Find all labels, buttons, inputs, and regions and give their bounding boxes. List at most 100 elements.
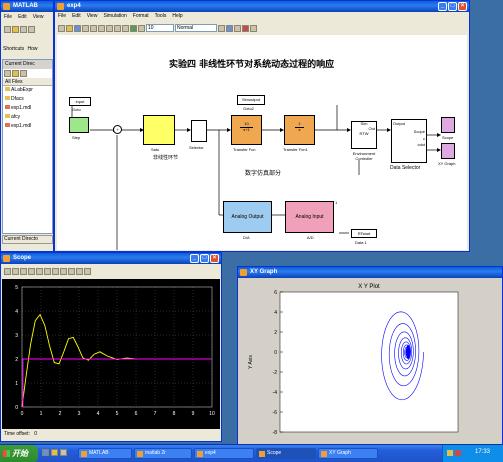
system-tray: 17:33 [442,445,503,462]
new-model-icon[interactable] [58,24,65,32]
save-icon[interactable] [74,24,81,32]
transfer-fcn-block[interactable]: 10 s+1 [231,115,262,145]
menu-help[interactable]: Help [172,12,182,21]
x-tick-label: 5 [116,411,119,417]
list-item[interactable]: afcy [5,113,52,122]
undo-icon[interactable] [114,24,121,32]
list-item[interactable]: exp1.mdl [5,104,52,113]
stop-simulation-icon[interactable] [138,24,145,32]
menu-file[interactable]: File [58,12,66,21]
open-icon[interactable] [12,25,19,33]
current-dir-tab[interactable]: Current Directo [2,235,53,244]
model-window: exp4 _ □ × File Edit View Simulation For… [54,0,470,252]
scope-plot-area: 0 1 2 3 4 5 6 7 8 9 10 0 1 2 3 4 5 [2,279,220,429]
zoom-icon[interactable] [250,24,257,32]
time-offset: Time offset: 0 [4,431,37,437]
lock-axes-icon[interactable] [76,267,83,275]
analog-output-block[interactable]: Analog Output [223,201,272,233]
simoutput-tag[interactable]: Simoutput [237,95,265,105]
maximize-icon[interactable]: □ [448,2,457,11]
rtstart-sub-label: Data 1 [355,240,367,245]
model-explorer-icon[interactable] [234,24,241,32]
file-name: afcy [11,114,21,120]
signal-selector-icon[interactable] [84,267,91,275]
autoscale-icon[interactable] [44,267,51,275]
scope-block[interactable] [441,117,455,133]
taskbar-item-matlab2[interactable]: matlab 2r [134,448,192,459]
debug-icon[interactable] [242,24,249,32]
integrator-block[interactable]: 1 s [284,115,315,145]
zoom-x-icon[interactable] [28,267,35,275]
ie-icon[interactable] [42,449,49,456]
matlab-menu-view[interactable]: View [33,13,44,22]
stop-time-input[interactable]: 10 [146,24,174,32]
redo-icon[interactable] [122,24,129,32]
folder-icon[interactable] [51,449,58,456]
open-model-icon[interactable] [66,24,73,32]
matlab-menu-edit[interactable]: Edit [18,13,27,22]
desktop-icon[interactable] [60,449,67,456]
taskbar-item-scope[interactable]: Scope [256,448,316,459]
cut-icon[interactable] [90,24,97,32]
cut-icon[interactable] [20,25,27,33]
new-icon[interactable] [4,25,11,33]
xy-graph-block[interactable] [441,143,455,159]
scope-minimize-icon[interactable]: _ [190,254,199,263]
print-icon[interactable] [4,267,11,275]
y-tick-label: 1 [15,381,18,387]
model-title: exp4 [67,3,81,9]
start-button[interactable]: 开始 [0,445,38,462]
list-item[interactable]: ALabExpr [5,86,52,95]
xy-axes [279,291,459,433]
env-controller-label: Environment Controller [352,151,376,161]
data-selector-block[interactable]: Output Scope c cdot [391,119,427,163]
paste-icon[interactable] [106,24,113,32]
model-titlebar: exp4 _ □ × [55,1,469,12]
zoom-in-icon[interactable] [20,267,27,275]
build-icon[interactable] [218,24,225,32]
taskbar-item-matlab[interactable]: MATLAB [78,448,132,459]
copy-icon[interactable] [28,25,35,33]
close-icon[interactable]: × [458,2,467,11]
floating-scope-icon[interactable] [68,267,75,275]
environment-controller-block[interactable]: Sim Out RTW [351,121,377,149]
scope-close-icon[interactable]: × [210,254,219,263]
menu-format[interactable]: Format [133,12,149,21]
howto-label[interactable]: How [28,46,38,52]
find-icon[interactable] [20,70,27,77]
menu-view[interactable]: View [87,12,98,21]
saturation-block[interactable] [143,115,175,145]
matlab-menu-file[interactable]: File [4,13,12,22]
network-icon[interactable] [455,450,461,456]
save-axes-icon[interactable] [52,267,59,275]
menu-tools[interactable]: Tools [155,12,167,21]
y-tick-label: -8 [273,430,278,436]
scope-maximize-icon[interactable]: □ [200,254,209,263]
selector-block[interactable] [191,120,207,142]
analog-input-block[interactable]: Analog Input [285,201,334,233]
list-item[interactable]: exp1.mdl [5,122,52,131]
sum-block[interactable]: + [113,125,122,134]
minimize-icon[interactable]: _ [438,2,447,11]
rtstart-tag[interactable]: RTstart [351,229,377,238]
list-item[interactable]: Dfacs [5,95,52,104]
sim-mode-select[interactable]: Normal [175,24,217,32]
all-files-header[interactable]: All Files [3,78,52,86]
step-block[interactable] [69,117,89,133]
zoom-y-icon[interactable] [36,267,43,275]
menu-simulation[interactable]: Simulation [103,12,126,21]
taskbar-item-exp4[interactable]: exp4 [194,448,254,459]
print-icon[interactable] [82,24,89,32]
new-folder-icon[interactable] [12,70,19,77]
input-goto-tag[interactable]: input [69,97,91,106]
parameters-icon[interactable] [12,267,19,275]
taskbar-item-xy-graph[interactable]: XY Graph [318,448,378,459]
start-simulation-icon[interactable] [130,24,137,32]
shortcuts-label[interactable]: Shortcuts [3,46,24,52]
menu-edit[interactable]: Edit [72,12,81,21]
copy-icon[interactable] [98,24,105,32]
up-folder-icon[interactable] [4,70,11,77]
restore-axes-icon[interactable] [60,267,67,275]
volume-icon[interactable] [447,450,453,456]
library-browser-icon[interactable] [226,24,233,32]
